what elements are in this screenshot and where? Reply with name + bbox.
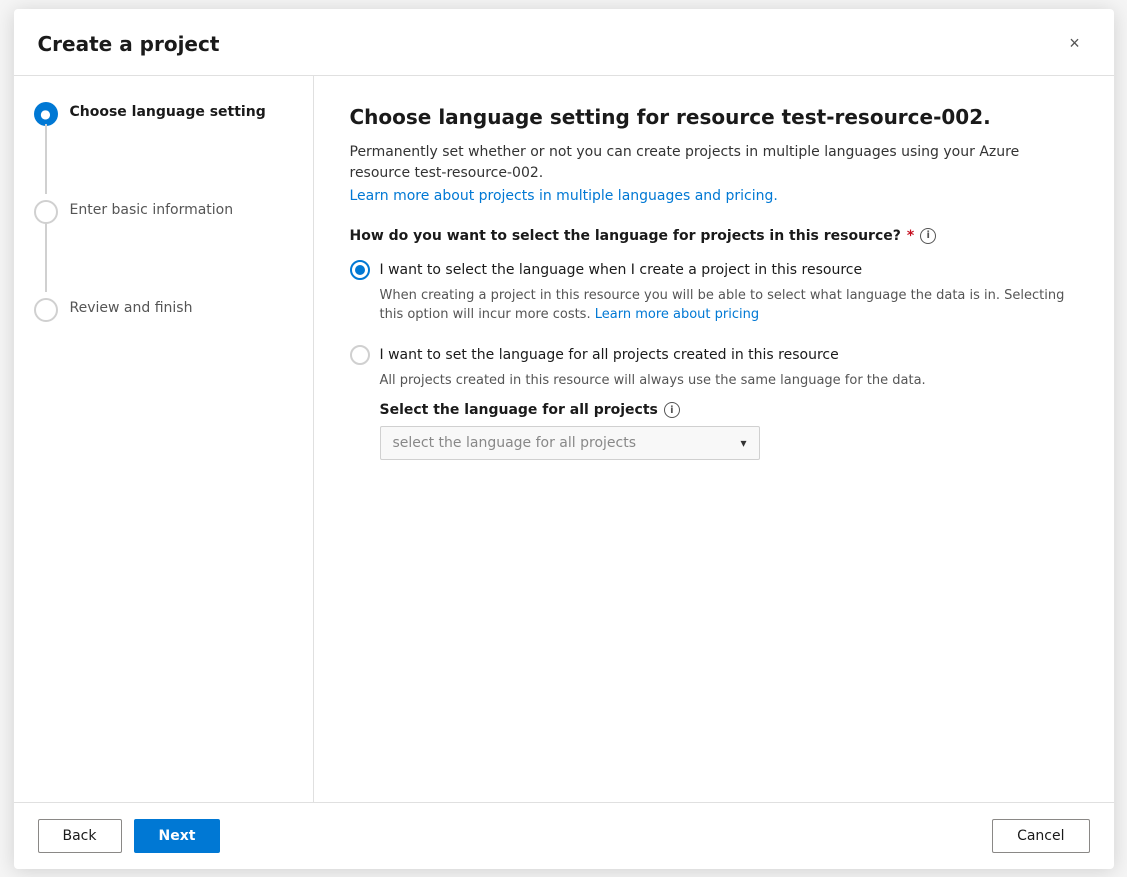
- radio-desc-all-projects: All projects created in this resource wi…: [380, 371, 1078, 391]
- radio-option-all-projects: I want to set the language for all proje…: [350, 345, 1078, 461]
- step-1-wrapper: ● Choose language setting: [34, 100, 293, 134]
- dialog-footer: Back Next Cancel: [14, 802, 1114, 869]
- radio-row-1[interactable]: I want to select the language when I cre…: [350, 260, 1078, 280]
- step-1-icon: ●: [34, 102, 58, 126]
- radio-label-per-project: I want to select the language when I cre…: [380, 262, 863, 278]
- step-3-label: Review and finish: [70, 296, 193, 319]
- close-button[interactable]: ×: [1060, 29, 1090, 59]
- radio-option-per-project: I want to select the language when I cre…: [350, 260, 1078, 325]
- dialog-title: Create a project: [38, 32, 220, 56]
- section-title: Choose language setting for resource tes…: [350, 104, 1078, 130]
- dialog-header: Create a project ×: [14, 9, 1114, 76]
- create-project-dialog: Create a project × ● Choose language set…: [14, 9, 1114, 869]
- radio-input-all-projects[interactable]: [350, 345, 370, 365]
- radio-desc-per-project: When creating a project in this resource…: [380, 286, 1078, 325]
- language-dropdown-placeholder: select the language for all projects: [393, 435, 637, 451]
- step-3-icon: [34, 298, 58, 322]
- step-3-wrapper: Review and finish: [34, 296, 293, 330]
- sidebar-item-review-finish[interactable]: Review and finish: [34, 296, 293, 322]
- learn-more-pricing-link[interactable]: Learn more about pricing: [595, 307, 759, 322]
- next-button[interactable]: Next: [134, 819, 221, 853]
- language-select-section: Select the language for all projects i s…: [380, 402, 1078, 460]
- cancel-button[interactable]: Cancel: [992, 819, 1089, 853]
- dialog-body: ● Choose language setting Enter basic in…: [14, 76, 1114, 802]
- main-content: Choose language setting for resource tes…: [314, 76, 1114, 802]
- description-line1: Permanently set whether or not you can c…: [350, 142, 1078, 184]
- required-star: *: [907, 228, 914, 244]
- language-dropdown[interactable]: select the language for all projects ▾: [380, 426, 760, 460]
- back-button[interactable]: Back: [38, 819, 122, 853]
- radio-input-per-project[interactable]: [350, 260, 370, 280]
- step-1-label: Choose language setting: [70, 100, 266, 123]
- sidebar: ● Choose language setting Enter basic in…: [14, 76, 314, 802]
- question-label: How do you want to select the language f…: [350, 228, 1078, 244]
- radio-label-all-projects: I want to set the language for all proje…: [380, 347, 839, 363]
- step-2-label: Enter basic information: [70, 198, 234, 221]
- step-2-icon: [34, 200, 58, 224]
- step-connector-1: [45, 124, 47, 194]
- language-select-label: Select the language for all projects i: [380, 402, 1078, 418]
- learn-more-link[interactable]: Learn more about projects in multiple la…: [350, 188, 778, 204]
- question-info-icon[interactable]: i: [920, 228, 936, 244]
- language-select-info-icon[interactable]: i: [664, 402, 680, 418]
- sidebar-item-enter-basic[interactable]: Enter basic information: [34, 198, 293, 224]
- sidebar-item-choose-language[interactable]: ● Choose language setting: [34, 100, 293, 126]
- step-2-wrapper: Enter basic information: [34, 198, 293, 232]
- footer-left-buttons: Back Next: [38, 819, 221, 853]
- step-connector-2: [45, 222, 47, 292]
- radio-row-2[interactable]: I want to set the language for all proje…: [350, 345, 1078, 365]
- chevron-down-icon: ▾: [740, 436, 746, 450]
